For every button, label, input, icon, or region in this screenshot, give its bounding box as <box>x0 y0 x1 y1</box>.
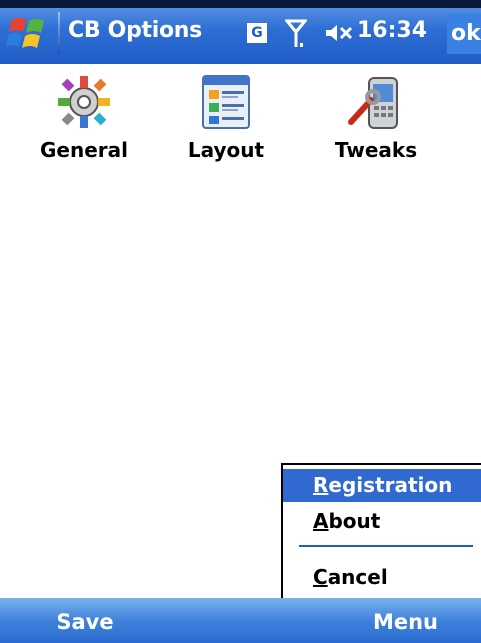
ok-button[interactable]: ok <box>447 14 481 54</box>
layout-option[interactable]: Layout <box>166 72 286 172</box>
menu-softkey[interactable]: Menu <box>330 598 481 643</box>
tweaks-label: Tweaks <box>334 138 418 162</box>
network-g-icon[interactable]: G <box>247 23 267 43</box>
general-option[interactable]: General <box>24 72 144 172</box>
title-bar-top-edge <box>0 0 481 8</box>
menu-item-cancel-hotkey: C <box>313 565 328 589</box>
app-title: CB Options <box>68 18 202 43</box>
title-bar: CB Options G 16:34 ok <box>0 0 481 64</box>
menu-item-about[interactable]: About <box>283 505 481 538</box>
layout-icon <box>202 75 250 129</box>
tweaks-option[interactable]: Tweaks <box>316 72 436 172</box>
tweaks-icon <box>348 77 398 129</box>
save-softkey[interactable]: Save <box>0 598 170 643</box>
layout-label: Layout <box>187 138 265 162</box>
menu-item-about-label: bout <box>328 509 381 533</box>
menu-separator <box>299 545 473 547</box>
menu-item-about-hotkey: A <box>313 509 329 533</box>
popup-menu: Registration About Cancel <box>281 463 481 600</box>
signal-antenna-icon[interactable] <box>283 19 309 49</box>
volume-muted-icon[interactable] <box>325 22 355 44</box>
clock[interactable]: 16:34 <box>357 18 427 43</box>
menu-item-cancel-label: ancel <box>327 565 388 589</box>
general-settings-icon <box>58 76 110 128</box>
softkey-bar: Save Menu <box>0 598 481 643</box>
menu-item-registration-hotkey: R <box>313 473 329 497</box>
title-bar-separator <box>58 12 60 54</box>
menu-item-registration[interactable]: Registration <box>283 469 481 502</box>
general-label: General <box>40 138 128 162</box>
menu-item-registration-label: egistration <box>328 473 453 497</box>
menu-item-cancel[interactable]: Cancel <box>283 561 481 594</box>
windows-start-icon[interactable] <box>6 12 52 56</box>
